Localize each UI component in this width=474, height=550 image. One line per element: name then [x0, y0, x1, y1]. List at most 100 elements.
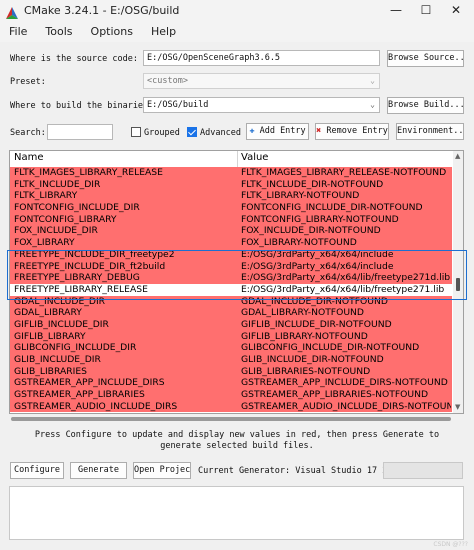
build-path-value: E:/OSG/build	[147, 100, 209, 110]
table-row[interactable]: FLTK_LIBRARY FLTK_LIBRARY-NOTFOUND	[10, 190, 452, 203]
search-label: Search:	[10, 128, 46, 138]
menu-help[interactable]: Help	[151, 25, 176, 38]
cache-entry-value[interactable]: E:/OSG/3rdParty_x64/x64/lib/freetype271.…	[241, 284, 451, 296]
table-row[interactable]: GLIBCONFIG_INCLUDE_DIR GLIBCONFIG_INCLUDE…	[10, 342, 452, 354]
table-row[interactable]: FREETYPE_LIBRARY_DEBUG E:/OSG/3rdParty_x6…	[10, 272, 452, 284]
watermark: CSDN @???	[433, 541, 468, 548]
table-row[interactable]: GIFLIB_INCLUDE_DIR GIFLIB_INCLUDE_DIR-NOT…	[10, 318, 452, 331]
info-text: Press Configure to update and display ne…	[34, 430, 440, 451]
close-button[interactable]: ✕	[441, 0, 471, 20]
scroll-up-icon[interactable]: ▲	[455, 152, 460, 160]
minimize-button[interactable]: —	[381, 0, 411, 20]
search-input[interactable]	[47, 124, 113, 140]
advanced-checkbox[interactable]	[187, 127, 197, 137]
open-project-button[interactable]: Open Project	[133, 462, 191, 479]
remove-entry-button[interactable]: ✖ Remove Entry	[315, 123, 389, 140]
table-row[interactable]: FREETYPE_LIBRARY_RELEASE E:/OSG/3rdParty_…	[10, 283, 452, 296]
horizontal-scrollbar[interactable]	[9, 414, 464, 424]
table-row[interactable]: GDAL_INCLUDE_DIR GDAL_INCLUDE_DIR-NOTFOUN…	[10, 295, 452, 308]
cache-entry-name: FONTCONFIG_LIBRARY	[14, 213, 117, 225]
vertical-scrollbar[interactable]: ▲ ▼	[453, 151, 463, 413]
remove-icon: ✖	[316, 126, 322, 136]
output-log[interactable]	[9, 486, 464, 540]
cache-entry-value[interactable]: E:/OSG/3rdParty_x64/x64/include	[241, 261, 451, 273]
cache-entry-value[interactable]: FOX_INCLUDE_DIR-NOTFOUND	[241, 225, 451, 237]
cache-entry-value[interactable]: GSTREAMER_APP_INCLUDE_DIRS-NOTFOUND	[241, 377, 451, 389]
cache-table[interactable]: Name Value FLTK_IMAGES_LIBRARY_RELEASE FL…	[9, 150, 464, 414]
menu-options[interactable]: Options	[91, 25, 133, 38]
window-title: CMake 3.24.1 - E:/OSG/build	[24, 3, 180, 17]
maximize-button[interactable]: ☐	[411, 0, 441, 20]
horizontal-scrollbar-thumb[interactable]	[11, 417, 451, 421]
table-row[interactable]: FONTCONFIG_LIBRARY FONTCONFIG_LIBRARY-NOT…	[10, 213, 452, 226]
menu-tools[interactable]: Tools	[45, 25, 72, 38]
table-row[interactable]: FONTCONFIG_INCLUDE_DIR FONTCONFIG_INCLUDE…	[10, 202, 452, 214]
table-row[interactable]: FOX_INCLUDE_DIR FOX_INCLUDE_DIR-NOTFOUND	[10, 225, 452, 238]
table-header: Name Value	[10, 151, 452, 168]
configure-button[interactable]: Configure	[10, 462, 64, 479]
menu-file[interactable]: File	[9, 25, 27, 38]
name-column-header[interactable]: Name	[14, 152, 44, 163]
chevron-down-icon: ⌄	[370, 76, 375, 85]
add-entry-button[interactable]: ✚ Add Entry	[246, 123, 309, 140]
generate-button[interactable]: Generate	[70, 462, 127, 479]
cache-entry-name: FREETYPE_LIBRARY_DEBUG	[14, 272, 140, 284]
table-row[interactable]: GDAL_LIBRARY GDAL_LIBRARY-NOTFOUND	[10, 307, 452, 319]
cache-entry-value[interactable]: FOX_LIBRARY-NOTFOUND	[241, 237, 451, 249]
table-row[interactable]: FLTK_INCLUDE_DIR FLTK_INCLUDE_DIR-NOTFOUN…	[10, 178, 452, 191]
chevron-down-icon: ⌄	[370, 100, 375, 109]
cache-entry-value[interactable]: GSTREAMER_APP_LIBRARIES-NOTFOUND	[241, 389, 451, 401]
value-column-header[interactable]: Value	[241, 152, 268, 163]
table-row[interactable]: GIFLIB_LIBRARY GIFLIB_LIBRARY-NOTFOUND	[10, 330, 452, 343]
cache-entry-value[interactable]: FLTK_IMAGES_LIBRARY_RELEASE-NOTFOUND	[241, 167, 451, 179]
column-divider[interactable]	[237, 151, 238, 167]
cache-entry-value[interactable]: GLIB_LIBRARIES-NOTFOUND	[241, 366, 451, 378]
cache-entry-value[interactable]: FLTK_LIBRARY-NOTFOUND	[241, 190, 451, 202]
table-row[interactable]: GSTREAMER_APP_LIBRARIES GSTREAMER_APP_LIB…	[10, 389, 452, 401]
cache-entry-value[interactable]: GSTREAMER_AUDIO_INCLUDE_DIRS-NOTFOUND	[241, 401, 451, 413]
cache-entry-name: GSTREAMER_APP_INCLUDE_DIRS	[14, 377, 165, 389]
preset-value: <custom>	[147, 76, 188, 86]
cache-entry-value[interactable]: GLIBCONFIG_INCLUDE_DIR-NOTFOUND	[241, 342, 451, 354]
current-generator-label: Current Generator: Visual Studio 17 2022	[198, 466, 403, 476]
cache-entry-name: GLIBCONFIG_INCLUDE_DIR	[14, 342, 137, 354]
cache-entry-value[interactable]: GDAL_LIBRARY-NOTFOUND	[241, 307, 451, 319]
table-row[interactable]: GSTREAMER_APP_INCLUDE_DIRS GSTREAMER_APP_…	[10, 377, 452, 390]
cache-entry-value[interactable]: GIFLIB_INCLUDE_DIR-NOTFOUND	[241, 319, 451, 331]
scroll-down-icon[interactable]: ▼	[455, 403, 460, 411]
preset-select[interactable]: <custom> ⌄	[143, 73, 380, 89]
source-path-field[interactable]: E:/OSG/OpenSceneGraph3.6.5	[143, 50, 380, 66]
build-path-field[interactable]: E:/OSG/build ⌄	[143, 97, 380, 113]
table-row[interactable]: FLTK_IMAGES_LIBRARY_RELEASE FLTK_IMAGES_L…	[10, 167, 452, 179]
cache-entry-value[interactable]: GLIB_INCLUDE_DIR-NOTFOUND	[241, 354, 451, 366]
cache-entry-value[interactable]: GDAL_INCLUDE_DIR-NOTFOUND	[241, 296, 451, 308]
browse-build-button[interactable]: Browse Build...	[387, 97, 464, 114]
plus-icon: ✚	[249, 126, 255, 136]
cache-entry-name: FOX_LIBRARY	[14, 237, 75, 249]
grouped-label: Grouped	[144, 128, 180, 138]
browse-source-button[interactable]: Browse Source...	[387, 50, 464, 67]
cache-entry-name: GDAL_LIBRARY	[14, 307, 82, 319]
table-row[interactable]: GLIB_LIBRARIES GLIB_LIBRARIES-NOTFOUND	[10, 365, 452, 378]
cache-entry-name: GLIB_INCLUDE_DIR	[14, 354, 101, 365]
table-row[interactable]: FREETYPE_INCLUDE_DIR_freetype2 E:/OSG/3rd…	[10, 248, 452, 261]
environment-button[interactable]: Environment...	[396, 123, 464, 140]
cache-entry-name: GSTREAMER_AUDIO_INCLUDE_DIRS	[14, 400, 178, 412]
table-row[interactable]: FOX_LIBRARY FOX_LIBRARY-NOTFOUND	[10, 237, 452, 249]
table-rows: FLTK_IMAGES_LIBRARY_RELEASE FLTK_IMAGES_L…	[10, 167, 452, 413]
cache-entry-value[interactable]: GIFLIB_LIBRARY-NOTFOUND	[241, 331, 451, 343]
cache-entry-value[interactable]: E:/OSG/3rdParty_x64/x64/lib/freetype271d…	[241, 272, 451, 284]
build-label: Where to build the binaries:	[10, 101, 154, 111]
cache-entry-value[interactable]: FLTK_INCLUDE_DIR-NOTFOUND	[241, 179, 451, 191]
grouped-checkbox[interactable]	[131, 127, 141, 137]
remove-entry-label: Remove Entry	[326, 126, 388, 136]
cache-entry-value[interactable]: E:/OSG/3rdParty_x64/x64/include	[241, 249, 451, 261]
table-row[interactable]: FREETYPE_INCLUDE_DIR_ft2build E:/OSG/3rdP…	[10, 260, 452, 273]
cache-entry-value[interactable]: FONTCONFIG_LIBRARY-NOTFOUND	[241, 214, 451, 226]
cache-entry-value[interactable]: FONTCONFIG_INCLUDE_DIR-NOTFOUND	[241, 202, 451, 214]
table-row[interactable]: GLIB_INCLUDE_DIR GLIB_INCLUDE_DIR-NOTFOUN…	[10, 354, 452, 366]
cache-entry-name: GDAL_INCLUDE_DIR	[14, 295, 106, 307]
table-row[interactable]: GSTREAMER_AUDIO_INCLUDE_DIRS GSTREAMER_AU…	[10, 400, 452, 413]
cache-entry-name: FLTK_INCLUDE_DIR	[14, 178, 101, 190]
vertical-scrollbar-thumb[interactable]	[456, 278, 460, 291]
